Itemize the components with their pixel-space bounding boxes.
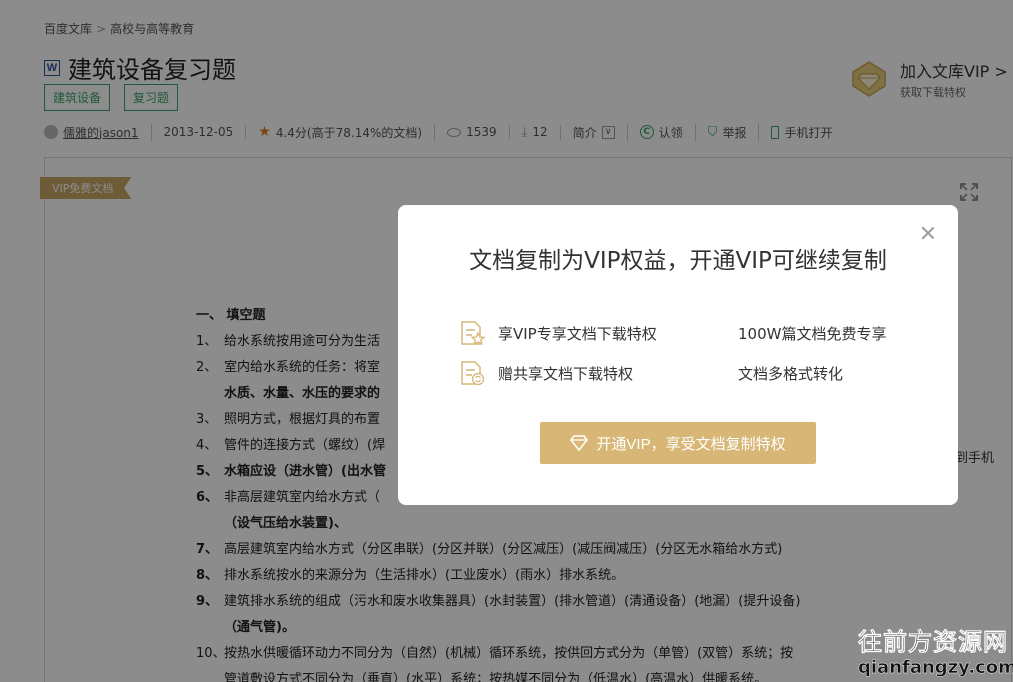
open-vip-label[interactable]: 开通VIP，享受文档复制特权 xyxy=(596,433,785,454)
benefit-text: 赠共享文档下载特权 xyxy=(498,364,634,383)
benefit-text: 100W篇文档免费专享 xyxy=(738,324,887,343)
diamond-icon xyxy=(570,435,589,451)
watermark-line1: 往前方资源网 xyxy=(858,628,1008,657)
benefit-text: 享VIP专享文档下载特权 xyxy=(498,324,657,343)
benefit-row: 赠共享文档下载特权 文档多格式转化 xyxy=(458,353,898,393)
benefit-row: 享VIP专享文档下载特权 100W篇文档免费专享 xyxy=(458,313,898,353)
watermark: 往前方资源网 qianfangzy.com xyxy=(858,622,1013,678)
open-vip-button[interactable]: 开通VIP，享受文档复制特权 xyxy=(540,422,816,464)
doc-star-icon xyxy=(461,321,486,346)
benefit-text: 文档多格式转化 xyxy=(738,364,844,383)
watermark-line2: qianfangzy.com xyxy=(858,657,1013,678)
modal-title: 文档复制为VIP权益，开通VIP可继续复制 xyxy=(469,248,887,274)
doc-refresh-icon xyxy=(461,361,485,386)
benefit-list: 享VIP专享文档下载特权 100W篇文档免费专享 赠共享文档下载特权 文档多格式… xyxy=(458,313,898,393)
close-icon[interactable] xyxy=(920,225,936,241)
vip-copy-modal: 文档复制为VIP权益，开通VIP可继续复制 享VIP专享文档下载特权 100W篇… xyxy=(398,205,958,505)
